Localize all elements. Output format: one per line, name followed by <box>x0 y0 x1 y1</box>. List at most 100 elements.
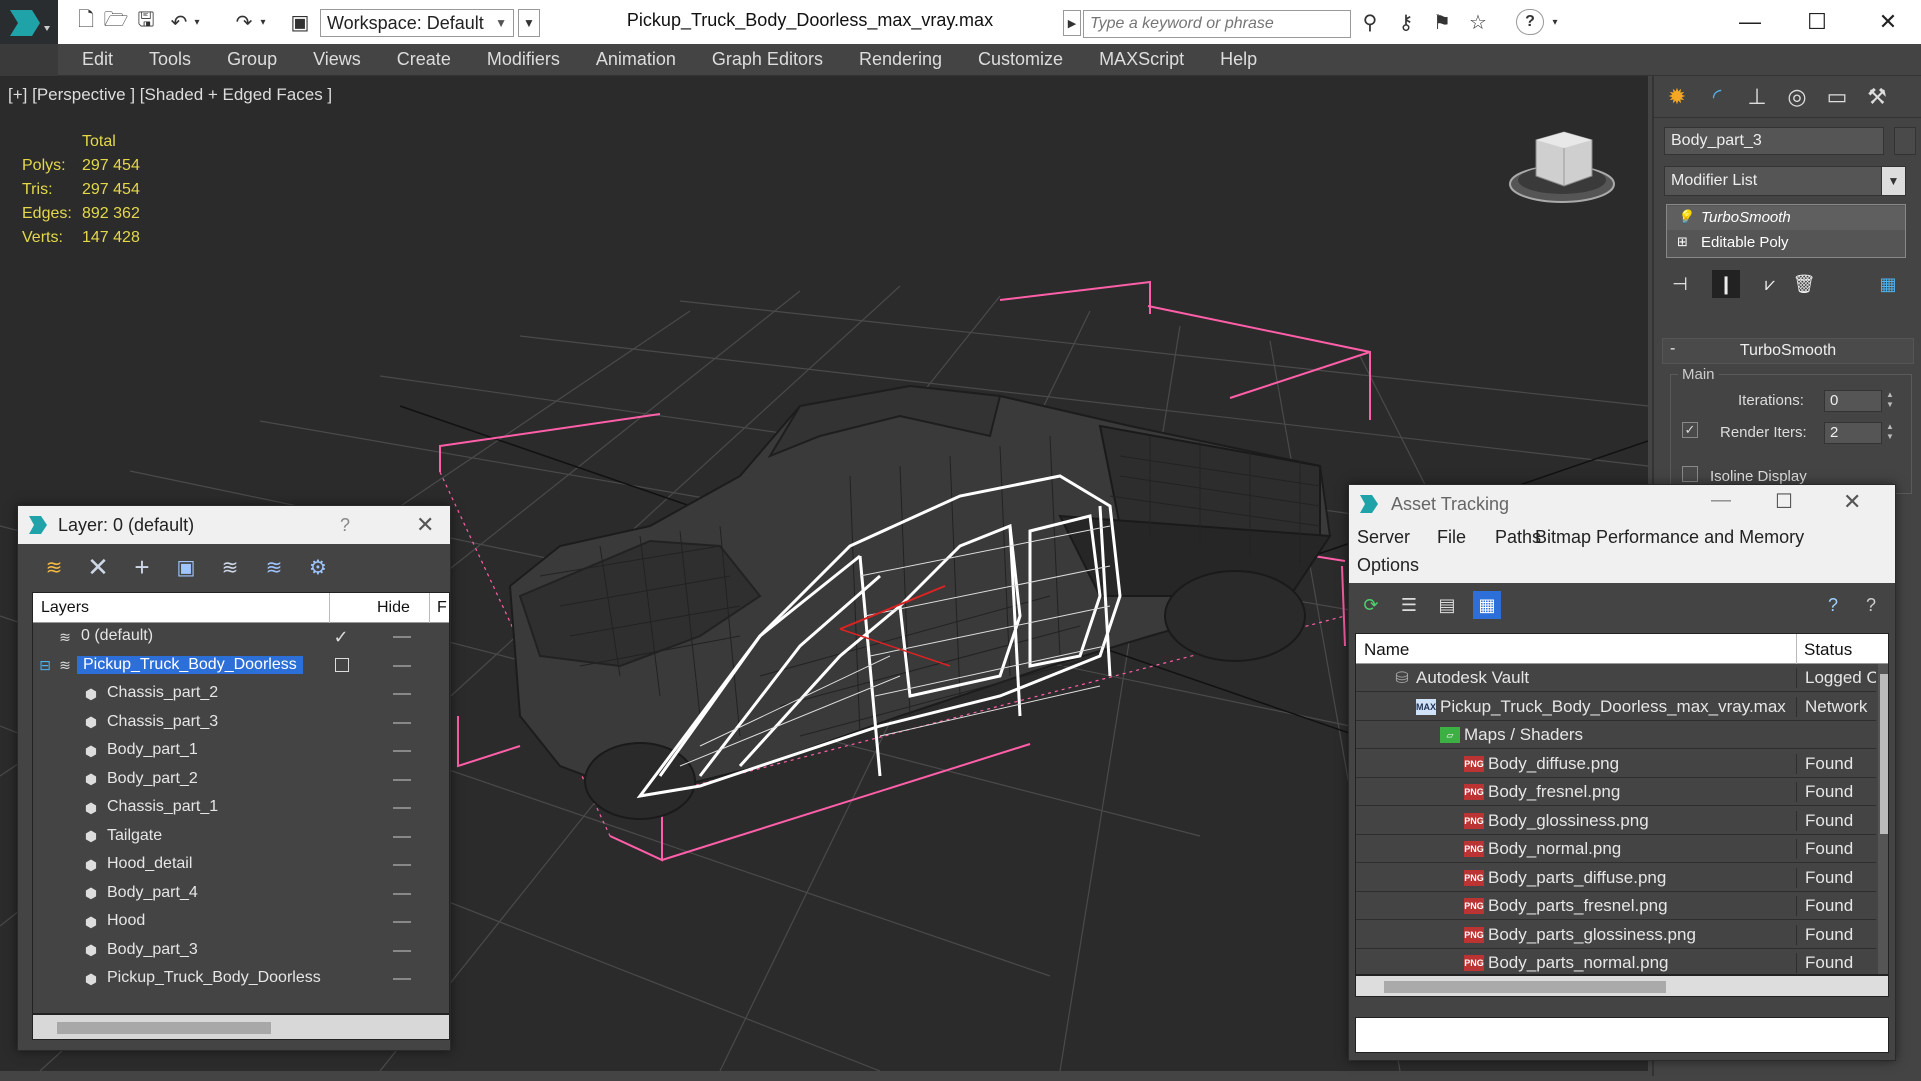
hide-toggle[interactable] <box>393 750 411 752</box>
layer-row[interactable]: ⬢ Chassis_part_1 <box>33 794 449 822</box>
create-tab-icon[interactable]: ✹ <box>1660 82 1694 112</box>
asset-row[interactable]: PNG Body_parts_fresnel.png Found <box>1356 892 1876 920</box>
active-layer-check-icon[interactable]: ✓ <box>333 627 349 647</box>
search-input[interactable] <box>1083 10 1351 38</box>
add-to-layer-icon[interactable]: + <box>128 552 156 582</box>
iterations-spinner[interactable]: 0 <box>1824 390 1882 412</box>
new-file-icon[interactable]: 🗋 <box>72 9 100 35</box>
options-help-icon[interactable]: ? <box>1857 591 1885 619</box>
app-menu-button[interactable] <box>0 0 58 44</box>
stack-item-turbosmooth[interactable]: 💡 TurboSmooth <box>1667 206 1905 230</box>
column-header-layers[interactable]: Layers <box>41 599 89 617</box>
hide-toggle[interactable] <box>393 864 411 866</box>
asset-horizontal-scrollbar[interactable] <box>1355 975 1889 997</box>
asset-vertical-scrollbar[interactable] <box>1878 664 1888 974</box>
layer-row[interactable]: ⊟ ≋ Pickup_Truck_Body_Doorless <box>33 652 449 680</box>
layer-window-titlebar[interactable]: Layer: 0 (default) ? ✕ <box>18 506 450 544</box>
hide-toggle[interactable] <box>393 949 411 952</box>
utilities-tab-icon[interactable]: ⚒ <box>1860 82 1894 112</box>
layer-row[interactable]: ⬢ Tailgate <box>33 823 449 851</box>
menu-create[interactable]: Create <box>379 49 469 70</box>
hide-toggle[interactable] <box>393 721 411 724</box>
layer-row[interactable]: ⬢ Pickup_Truck_Body_Doorless <box>33 965 449 993</box>
open-file-icon[interactable]: 🗁 <box>102 9 130 35</box>
view-cube-icon[interactable] <box>1509 131 1615 203</box>
asset-row[interactable]: ⛁ Autodesk Vault Logged O <box>1356 664 1876 692</box>
close-icon[interactable]: ✕ <box>416 512 434 538</box>
binoculars-icon[interactable]: ⚲ <box>1356 9 1384 35</box>
column-header-freeze[interactable]: F <box>437 599 447 617</box>
menu-edit[interactable]: Edit <box>64 49 131 70</box>
menu-tools[interactable]: Tools <box>131 49 209 70</box>
lightbulb-icon[interactable]: 💡 <box>1677 209 1693 225</box>
redo-icon[interactable]: ↷ <box>230 9 258 35</box>
column-header-status[interactable]: Status <box>1804 640 1852 660</box>
asset-row[interactable]: PNG Body_fresnel.png Found <box>1356 778 1876 806</box>
make-unique-icon[interactable]: ⩗ <box>1756 270 1784 298</box>
menu-views[interactable]: Views <box>295 49 379 70</box>
motion-tab-icon[interactable]: ◎ <box>1780 82 1814 112</box>
menu-modifiers[interactable]: Modifiers <box>469 49 578 70</box>
redo-dropdown-icon[interactable]: ▾ <box>256 9 270 35</box>
hide-toggle[interactable] <box>393 778 411 781</box>
maximize-button[interactable]: ☐ <box>1775 489 1793 514</box>
render-iters-spinner[interactable]: 2 <box>1824 422 1882 444</box>
list-view-icon[interactable]: ☰ <box>1395 591 1423 619</box>
layer-settings-icon[interactable]: ⚙ <box>304 553 332 581</box>
layer-row[interactable]: ⬢ Chassis_part_3 <box>33 709 449 737</box>
menu-maxscript[interactable]: MAXScript <box>1081 49 1202 70</box>
rollout-collapse-icon[interactable]: - <box>1670 340 1675 358</box>
workspace-select[interactable]: Workspace: Default ▼ <box>320 9 514 37</box>
hide-toggle[interactable] <box>393 636 411 638</box>
hide-toggle[interactable] <box>393 664 411 667</box>
minimize-button[interactable]: — <box>1711 489 1731 512</box>
modifier-list-dropdown[interactable]: Modifier List ▼ <box>1664 166 1906 196</box>
isoline-checkbox[interactable] <box>1682 466 1698 482</box>
thumbnail-view-icon[interactable]: ▤ <box>1433 591 1461 619</box>
server-help-icon[interactable]: ? <box>1819 591 1847 619</box>
asset-row[interactable]: MAX Pickup_Truck_Body_Doorless_max_vray.m… <box>1356 693 1876 721</box>
minimize-button[interactable]: — <box>1720 4 1780 40</box>
show-end-result-icon[interactable]: ❙ <box>1712 270 1740 298</box>
hide-toggle[interactable] <box>393 892 411 895</box>
workspace-menu-button[interactable]: ▼ <box>518 9 540 37</box>
layer-horizontal-scrollbar[interactable] <box>32 1014 450 1040</box>
asset-row[interactable]: PNG Body_diffuse.png Found <box>1356 750 1876 778</box>
select-objects-icon[interactable]: ▣ <box>172 553 200 581</box>
configure-sets-icon[interactable]: ▦ <box>1874 270 1902 298</box>
new-layer-icon[interactable]: ≋ <box>40 553 68 581</box>
hide-toggle[interactable] <box>393 835 411 838</box>
turbosmooth-rollout-title[interactable]: TurboSmooth <box>1662 338 1914 364</box>
menu-group[interactable]: Group <box>209 49 295 70</box>
sign-in-icon[interactable]: ⚑ <box>1428 9 1456 35</box>
column-header-name[interactable]: Name <box>1364 640 1409 660</box>
asset-row[interactable]: PNG Body_parts_glossiness.png Found <box>1356 921 1876 949</box>
menu-help[interactable]: Help <box>1202 49 1275 70</box>
hide-toggle[interactable] <box>393 693 411 695</box>
hide-toggle[interactable] <box>393 921 411 923</box>
expand-plus-icon[interactable]: ⊞ <box>1677 234 1688 250</box>
display-tab-icon[interactable]: ▭ <box>1820 82 1854 112</box>
table-view-icon[interactable]: ▦ <box>1473 591 1501 619</box>
menu-graph-editors[interactable]: Graph Editors <box>694 49 841 70</box>
undo-dropdown-icon[interactable]: ▾ <box>190 9 204 35</box>
menu-file[interactable]: File <box>1437 527 1466 548</box>
stack-item-editable-poly[interactable]: ⊞ Editable Poly <box>1667 231 1905 255</box>
modify-tab-icon[interactable]: ◜ <box>1700 82 1734 112</box>
refresh-icon[interactable]: ⟳ <box>1357 591 1385 619</box>
help-button[interactable]: ? <box>340 515 350 536</box>
help-icon[interactable]: ? <box>1516 9 1544 35</box>
hide-toggle[interactable] <box>393 807 411 809</box>
layer-row[interactable]: ⬢ Body_part_3 <box>33 937 449 965</box>
highlight-layer-icon[interactable]: ≋ <box>260 553 288 581</box>
pin-stack-icon[interactable]: ⊣ <box>1666 270 1694 298</box>
object-name-field[interactable]: Body_part_3 <box>1664 127 1884 155</box>
hide-toggle[interactable] <box>393 978 411 980</box>
menu-customize[interactable]: Customize <box>960 49 1081 70</box>
delete-layer-icon[interactable]: ✕ <box>84 552 112 582</box>
render-iters-spinner-arrows[interactable]: ▲ ▼ <box>1884 422 1896 444</box>
save-file-icon[interactable]: 🖫 <box>132 9 160 35</box>
layer-row[interactable]: ⬢ Body_part_4 <box>33 880 449 908</box>
remove-modifier-icon[interactable]: 🗑 <box>1790 270 1818 298</box>
help-dropdown-icon[interactable]: ▾ <box>1548 9 1562 35</box>
